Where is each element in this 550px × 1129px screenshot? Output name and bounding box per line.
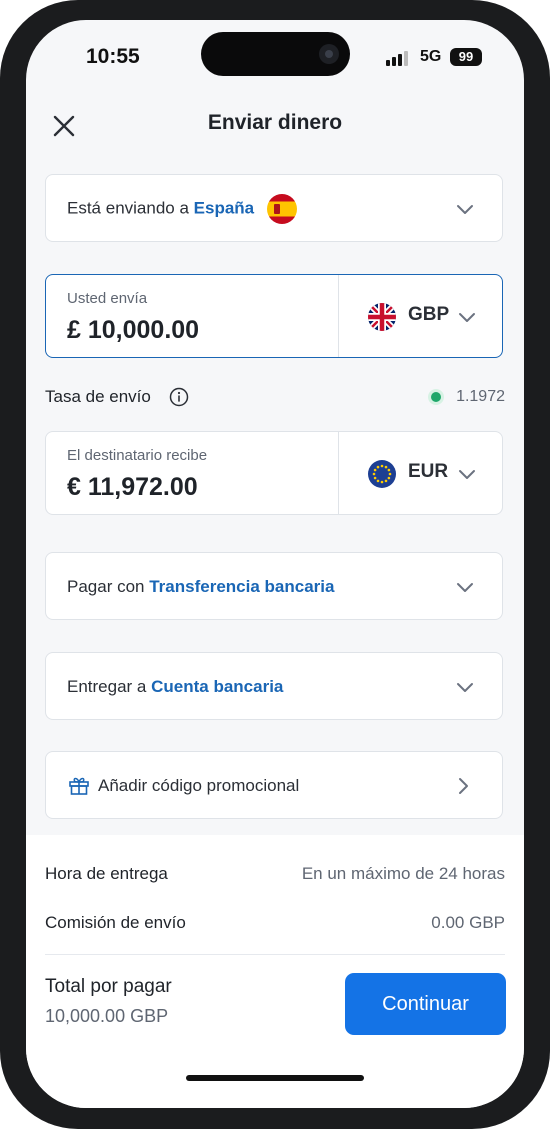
destination-country: España (193, 198, 255, 218)
pay-with-value: Transferencia bancaria (149, 577, 335, 596)
total-value: 10,000.00 GBP (45, 1006, 169, 1026)
delivery-method-text: Entregar a Cuenta bancaria (67, 677, 283, 697)
signal-icon (386, 50, 410, 66)
total-label: Total por pagar (45, 976, 172, 997)
fee-value: 0.00 GBP (431, 913, 505, 932)
destination-country-selector[interactable]: Está enviando a España (45, 174, 503, 242)
spain-flag-icon (266, 194, 297, 224)
delivery-time-label: Hora de entrega (45, 864, 168, 883)
camera-icon (319, 44, 339, 64)
send-currency-code: GBP (408, 304, 450, 325)
continue-button[interactable]: Continuar (345, 973, 506, 1035)
promo-label: Añadir código promocional (98, 776, 300, 795)
promo-code-row[interactable]: Añadir código promocional (45, 751, 503, 819)
home-indicator (186, 1075, 364, 1081)
destination-prefix: Está enviando a (67, 198, 189, 218)
chevron-down-icon (459, 313, 475, 322)
gift-icon (69, 777, 89, 795)
send-amount[interactable]: £ 10,000.00 (67, 316, 199, 345)
send-amount-card: Usted envía £ 10,000.00 GBP (45, 274, 503, 358)
page-title: Enviar dinero (207, 111, 343, 134)
app-screen: 10:55 5G 99 Enviar dinero Está enviando … (26, 20, 524, 1108)
status-bar: 10:55 5G 99 (26, 20, 524, 90)
fee-label: Comisión de envío (45, 913, 186, 932)
summary-panel: Hora de entrega En un máximo de 24 horas… (26, 835, 524, 1108)
payment-method-text: Pagar con Transferencia bancaria (67, 577, 334, 597)
receive-currency-code: EUR (408, 461, 449, 482)
uk-flag-icon (368, 303, 396, 331)
deliver-to-prefix: Entregar a (67, 677, 147, 696)
send-label: Usted envía (67, 290, 148, 307)
divider (45, 954, 505, 955)
chevron-down-icon (459, 470, 475, 479)
chevron-down-icon (457, 683, 473, 692)
network-type: 5G (420, 48, 442, 65)
pay-with-prefix: Pagar con (67, 577, 145, 596)
receive-amount-card: El destinatario recibe € 11,972.00 EUR (45, 431, 503, 515)
rate-live-dot (431, 392, 441, 402)
send-currency-selector[interactable]: GBP (338, 275, 503, 357)
delivery-time-value: En un máximo de 24 horas (301, 864, 505, 883)
dynamic-island (201, 32, 350, 76)
battery-icon: 99 (450, 48, 482, 66)
send-amount-field[interactable]: Usted envía £ 10,000.00 (46, 275, 339, 357)
payment-method-selector[interactable]: Pagar con Transferencia bancaria (45, 552, 503, 620)
rate-value: 1.1972 (456, 388, 505, 405)
info-icon[interactable] (168, 386, 190, 408)
rate-label: Tasa de envío (45, 387, 151, 406)
chevron-down-icon (457, 583, 473, 592)
receive-currency-selector[interactable]: EUR (338, 432, 503, 514)
phone-frame: 10:55 5G 99 Enviar dinero Está enviando … (0, 0, 550, 1129)
receive-label: El destinatario recibe (67, 447, 208, 464)
receive-amount[interactable]: € 11,972.00 (67, 473, 198, 502)
destination-text: Está enviando a España (67, 194, 297, 224)
status-time: 10:55 (86, 45, 140, 68)
exchange-rate-row: Tasa de envío 1.1972 (45, 384, 505, 412)
chevron-down-icon (457, 205, 473, 214)
eu-flag-icon (368, 460, 396, 488)
deliver-to-value: Cuenta bancaria (151, 677, 284, 696)
chevron-right-icon (459, 778, 468, 794)
delivery-method-selector[interactable]: Entregar a Cuenta bancaria (45, 652, 503, 720)
receive-amount-field[interactable]: El destinatario recibe € 11,972.00 (46, 432, 339, 514)
